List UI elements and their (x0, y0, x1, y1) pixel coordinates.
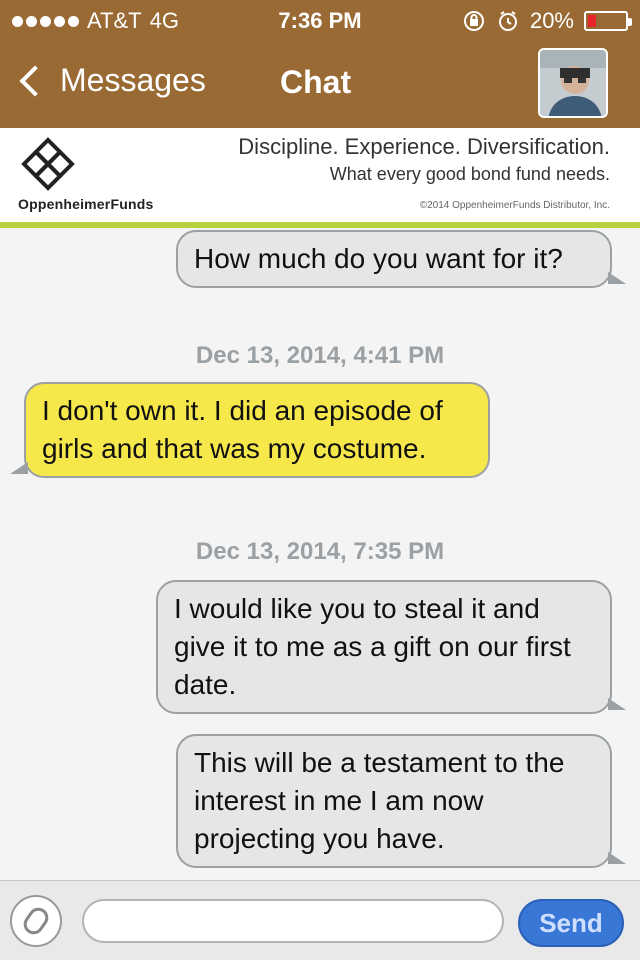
conversation[interactable]: How much do you want for it? Dec 13, 201… (0, 228, 640, 880)
ad-banner[interactable]: OppenheimerFunds Discipline. Experience.… (0, 128, 640, 228)
app-header: AT&T 4G 7:36 PM 20% Messages Chat (0, 0, 640, 128)
ad-legal: ©2014 OppenheimerFunds Distributor, Inc. (419, 200, 610, 211)
attach-button[interactable] (10, 895, 62, 947)
alarm-icon (496, 9, 520, 33)
back-button[interactable]: Messages (16, 62, 206, 99)
battery-percent: 20% (529, 8, 574, 33)
message-timestamp: Dec 13, 2014, 4:41 PM (195, 342, 445, 369)
ad-brand: OppenheimerFunds (18, 196, 154, 212)
chevron-left-icon (19, 64, 51, 97)
paperclip-icon (19, 903, 53, 939)
battery-icon (584, 11, 632, 31)
status-right: 20% (462, 8, 632, 34)
message-timestamp: Dec 13, 2014, 7:35 PM (195, 538, 445, 565)
sent-message[interactable]: How much do you want for it? (176, 230, 626, 288)
navigation-bar: Messages Chat (0, 40, 640, 128)
rotation-lock-icon (462, 9, 486, 33)
sent-message[interactable]: This will be a testament to the interest… (176, 734, 626, 868)
message-text: I don't own it. I did an episode of girl… (42, 395, 443, 464)
sent-message[interactable]: I would like you to steal it and give it… (156, 580, 626, 714)
ad-headline: Discipline. Experience. Diversification. (238, 134, 610, 159)
send-button[interactable]: Send (518, 899, 624, 947)
message-text: How much do you want for it? (194, 243, 563, 274)
page-title: Chat (280, 64, 352, 100)
message-text: This will be a testament to the interest… (194, 747, 565, 854)
message-input[interactable] (82, 899, 504, 943)
received-message[interactable]: I don't own it. I did an episode of girl… (10, 382, 490, 478)
status-bar: AT&T 4G 7:36 PM 20% (0, 0, 640, 40)
back-label: Messages (60, 62, 206, 98)
ad-subline: What every good bond fund needs. (329, 164, 610, 184)
avatar[interactable] (538, 48, 608, 118)
oppenheimer-logo-icon (18, 134, 78, 194)
message-composer: Send (0, 880, 640, 960)
message-text: I would like you to steal it and give it… (174, 593, 571, 700)
